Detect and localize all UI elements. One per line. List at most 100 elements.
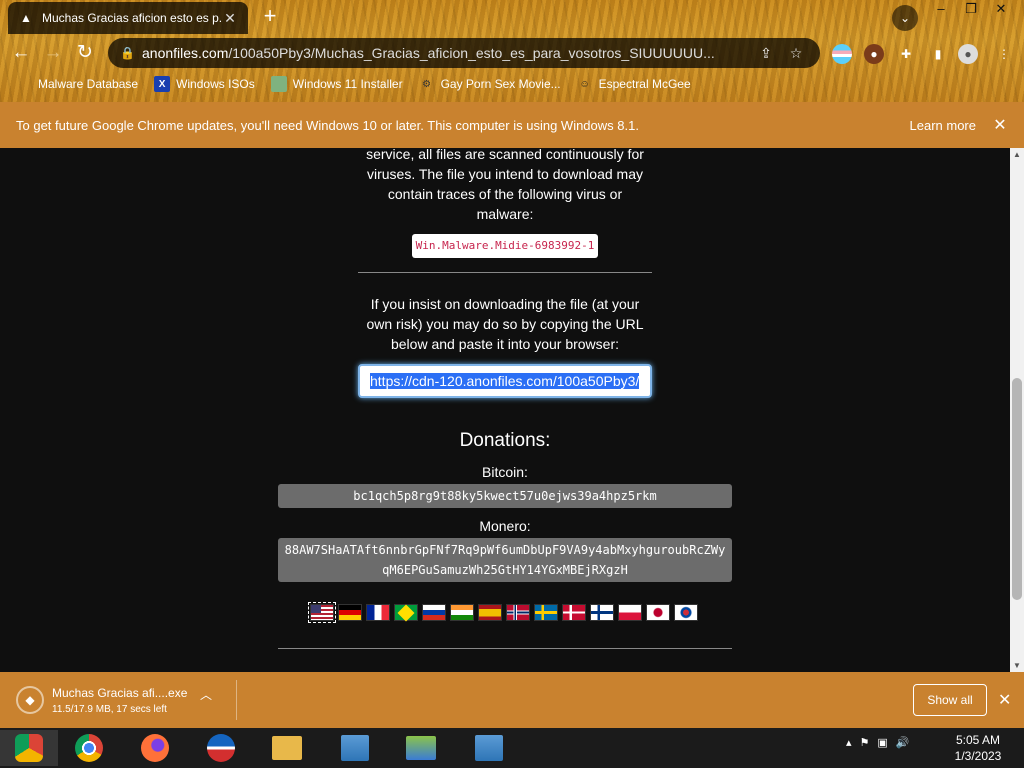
flag-in-icon[interactable]	[450, 604, 474, 621]
update-infobar: To get future Google Chrome updates, you…	[0, 102, 1024, 148]
bookmark-item[interactable]: ☺ Espectral McGee	[577, 76, 691, 92]
start-icon	[15, 734, 43, 762]
tab-favicon-icon: ▲	[20, 11, 32, 25]
flag-es-icon[interactable]	[478, 604, 502, 621]
flag-us-icon[interactable]	[308, 602, 336, 623]
extension-flag-icon[interactable]	[832, 44, 852, 64]
download-file-icon: ◆	[16, 686, 44, 714]
flag-se-icon[interactable]	[534, 604, 558, 621]
window-controls: – ❐ ✕	[926, 0, 1016, 18]
browser-tab[interactable]: ▲ Muchas Gracias aficion esto es p... ✕	[8, 2, 248, 34]
flag-de-icon[interactable]	[338, 604, 362, 621]
scroll-down-icon[interactable]: ▼	[1013, 661, 1021, 670]
page-scrollbar[interactable]: ▲ ▼	[1010, 148, 1024, 672]
taskbar-explorer[interactable]	[258, 730, 316, 766]
page-content: service, all files are scanned continuou…	[0, 148, 1010, 672]
minimize-icon[interactable]: –	[926, 0, 956, 18]
browser-frame: ▲ Muchas Gracias aficion esto es p... ✕ …	[0, 0, 1024, 102]
folder-icon	[272, 736, 302, 760]
address-url[interactable]: anonfiles.com/100a50Pby3/Muchas_Gracias_…	[142, 45, 748, 61]
bookmarks-bar: Malware Database X Windows ISOs Windows 1…	[0, 72, 1024, 96]
forward-icon[interactable]: →	[40, 40, 66, 66]
chrome-icon	[75, 734, 103, 762]
site-icon: ⚙	[422, 78, 432, 90]
reload-icon[interactable]: ↻	[72, 40, 98, 66]
flag-dk-icon[interactable]	[562, 604, 586, 621]
flag-pl-icon[interactable]	[618, 604, 642, 621]
restore-icon[interactable]: ❐	[956, 0, 986, 18]
tray-chevron-icon[interactable]: ▴	[846, 736, 852, 749]
download-progress: 11.5/17.9 MB, 17 secs left	[52, 703, 167, 715]
network-status-icon[interactable]: ▣	[877, 736, 887, 749]
bitcoin-label: Bitcoin:	[482, 464, 528, 480]
divider	[236, 680, 237, 720]
bookmark-item[interactable]: Windows 11 Installer	[270, 76, 403, 92]
bitcoin-address[interactable]: bc1qch5p8rg9t88ky5kwect57u0ejws39a4hpz5r…	[278, 484, 732, 508]
x-icon: X	[154, 76, 171, 92]
download-url-value[interactable]: https://cdn-120.anonfiles.com/100a50Pby3…	[370, 373, 640, 389]
flag-icon[interactable]: ⚑	[860, 736, 870, 749]
tab-search-icon[interactable]: ⌄	[892, 5, 918, 31]
generic-icon	[16, 76, 32, 92]
learn-more-link[interactable]: Learn more	[910, 118, 976, 133]
taskbar-chrome[interactable]	[60, 730, 118, 766]
tab-title: Muchas Gracias aficion esto es p...	[42, 11, 222, 25]
image-icon	[270, 76, 287, 92]
monero-address[interactable]: 88AW7SHaATAft6nnbrGpFNf7Rq9pWf6umDbUpF9V…	[278, 538, 732, 582]
menu-icon[interactable]: ⋮	[994, 44, 1014, 64]
divider	[358, 272, 652, 273]
bookmark-item[interactable]: X Windows ISOs	[154, 76, 255, 92]
infobar-close-icon[interactable]: ✕	[992, 115, 1008, 135]
bookmark-star-icon[interactable]: ☆	[784, 45, 808, 62]
extensions-puzzle-icon[interactable]: ✚	[896, 44, 916, 64]
window-close-icon[interactable]: ✕	[986, 0, 1016, 18]
download-file-name: Muchas Gracias afi....exe	[52, 685, 188, 700]
virus-name: Win.Malware.Midie-6983992-1	[411, 234, 599, 258]
firefox-icon	[141, 734, 169, 762]
setup-icon	[475, 735, 503, 761]
share-icon[interactable]: ⇪	[754, 45, 778, 62]
lock-icon[interactable]: 🔒	[120, 46, 135, 60]
taskbar-firefox[interactable]	[126, 730, 184, 766]
chevron-up-icon[interactable]: ︿	[200, 686, 212, 703]
virus-warning-text: service, all files are scanned continuou…	[366, 148, 644, 222]
divider	[278, 648, 732, 649]
flag-jp-icon[interactable]	[646, 604, 670, 621]
insist-text: If you insist on downloading the file (a…	[366, 296, 644, 352]
show-all-button[interactable]: Show all	[913, 684, 987, 716]
flag-no-icon[interactable]	[506, 604, 530, 621]
flag-fr-icon[interactable]	[366, 604, 390, 621]
taskbar-setup[interactable]	[460, 730, 518, 766]
flag-br-icon[interactable]	[394, 604, 418, 621]
bookmark-item[interactable]: ⚙ Gay Porn Sex Movie...	[419, 76, 561, 92]
donations-title: Donations:	[459, 430, 551, 451]
address-bar[interactable]: 🔒 anonfiles.com/100a50Pby3/Muchas_Gracia…	[108, 38, 820, 68]
scroll-thumb[interactable]	[1012, 378, 1022, 600]
scroll-up-icon[interactable]: ▲	[1013, 150, 1021, 159]
clock-date: 1/3/2023	[954, 749, 1002, 763]
taskbar-installer[interactable]	[326, 730, 384, 766]
taskbar-network[interactable]	[392, 730, 450, 766]
download-bar-close-icon[interactable]: ✕	[998, 690, 1011, 710]
flag-fi-icon[interactable]	[590, 604, 614, 621]
flag-ru-icon[interactable]	[422, 604, 446, 621]
language-flags	[308, 602, 698, 623]
profile-icon[interactable]: ●	[958, 44, 978, 64]
download-url-field[interactable]: https://cdn-120.anonfiles.com/100a50Pby3…	[358, 364, 652, 398]
side-panel-icon[interactable]: ▮	[928, 44, 948, 64]
extension-avatar-icon[interactable]: ●	[864, 44, 884, 64]
start-button[interactable]	[0, 730, 58, 766]
system-tray: ▴ ⚑ ▣ 🔊	[846, 736, 910, 749]
flag-kr-icon[interactable]	[674, 604, 698, 621]
virus-name-wrap: Win.Malware.Midie-6983992-1	[358, 234, 652, 258]
tab-close-icon[interactable]: ✕	[222, 10, 238, 27]
volume-icon[interactable]: 🔊	[896, 736, 910, 749]
taskbar-app-logo[interactable]	[192, 730, 250, 766]
infobar-message: To get future Google Chrome updates, you…	[16, 117, 639, 133]
new-tab-button[interactable]: +	[258, 4, 282, 28]
app-logo-icon	[207, 734, 235, 762]
clock[interactable]: 5:05 AM 1/3/2023	[948, 732, 1008, 764]
installer-icon	[341, 735, 369, 761]
bookmark-item[interactable]: Malware Database	[16, 76, 138, 92]
back-icon[interactable]: ←	[8, 40, 34, 66]
